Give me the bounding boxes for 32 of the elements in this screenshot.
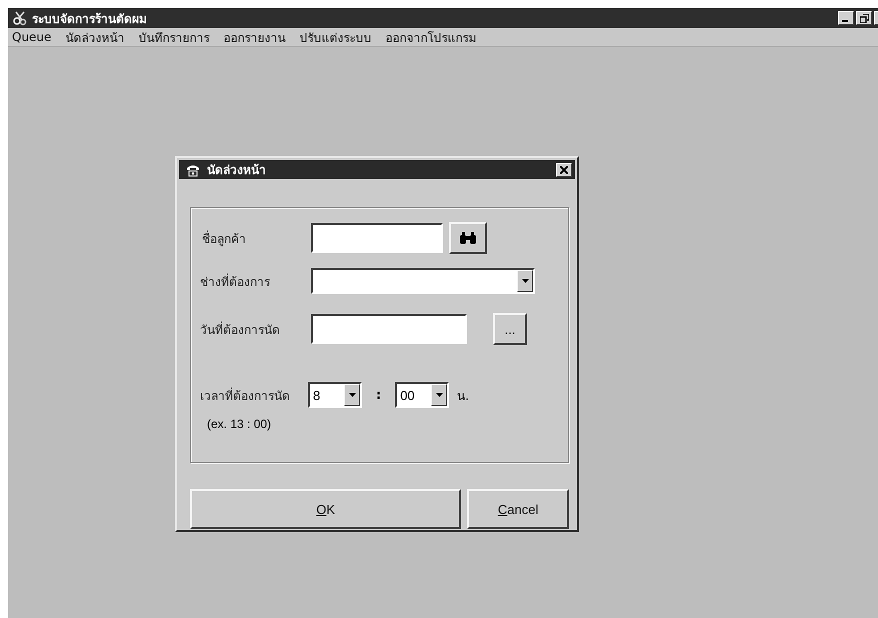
input-field[interactable] <box>311 223 443 253</box>
menu-item[interactable]: ออกจากโปรแกรม <box>385 28 476 46</box>
unit-label: น. <box>457 388 470 404</box>
close-icon <box>560 166 568 174</box>
minute-dropdown[interactable]: 00 <box>395 382 450 408</box>
field-label: วันที่ต้องการนัด <box>199 320 281 338</box>
browse-button[interactable]: ... <box>493 313 527 345</box>
field-label: ช่างที่ต้องการ <box>199 272 271 290</box>
menu-item[interactable]: นัดล่วงหน้า <box>65 28 124 46</box>
search-button[interactable] <box>449 222 487 254</box>
time-separator: : <box>376 388 382 402</box>
dropdown-field[interactable] <box>311 268 535 294</box>
cancel-button[interactable]: Cancel <box>467 489 569 529</box>
close-button[interactable] <box>556 162 572 176</box>
menu-item[interactable]: บันทึกรายการ <box>138 28 210 46</box>
field-label: เวลาที่ต้องการนัด <box>199 386 291 404</box>
restore-button[interactable] <box>856 11 872 25</box>
menu-item[interactable]: ออกรายงาน <box>223 28 286 46</box>
window-title: ระบบจัดการร้านตัดผม <box>32 10 147 28</box>
telephone-icon <box>185 162 201 176</box>
binoculars-icon <box>459 231 477 245</box>
ok-button[interactable]: OK <box>190 489 462 529</box>
menu-item[interactable]: Queue <box>12 30 52 44</box>
scissors-icon <box>12 10 28 26</box>
input-field[interactable] <box>311 314 467 344</box>
dialog-title: นัดล่วงหน้า <box>207 162 266 179</box>
restore-icon <box>860 14 868 22</box>
minimize-button[interactable] <box>838 11 854 25</box>
menu-item[interactable]: ปรับแต่งระบบ <box>299 28 372 46</box>
field-label: ชื่อลูกค้า <box>201 230 247 248</box>
hint-text: (ex. 13 : 00) <box>207 417 272 431</box>
hour-dropdown[interactable]: 8 <box>308 382 362 408</box>
